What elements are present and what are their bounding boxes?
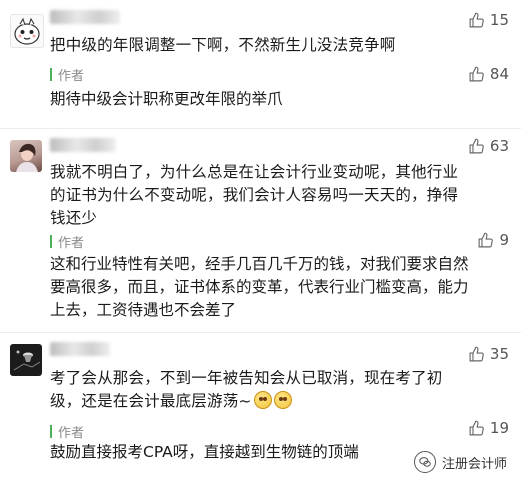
like-count: 63: [489, 137, 509, 155]
thumbs-up-icon: [469, 346, 484, 361]
like-button[interactable]: 63: [468, 136, 509, 156]
thumbs-up-icon: [479, 232, 494, 247]
avatar[interactable]: [10, 14, 44, 48]
avatar-photo-icon: [16, 143, 38, 172]
watermark-label: 注册会计师: [441, 456, 507, 472]
avatar[interactable]: [10, 140, 42, 172]
author-label: 作者: [58, 235, 85, 251]
comment-item: 63 我就不明白了，为什么总是在让会计行业变动呢，其他行业的证书为什么不变动呢，…: [0, 130, 521, 330]
confused-face-icon: [253, 391, 272, 409]
reply-like-count: 84: [489, 65, 509, 83]
author-bar: [50, 424, 52, 438]
like-button[interactable]: 35: [468, 344, 509, 364]
avatar-cartoon-icon: [14, 17, 40, 45]
reply-text: 这和行业特性有关吧，经手几百几千万的钱，对我们要求自然要高很多，而且，证书体系的…: [50, 255, 469, 319]
author-reply-tag: 作者: [50, 424, 85, 441]
divider: [0, 332, 521, 333]
author-label: 作者: [58, 425, 85, 441]
comment-text: 我就不明白了，为什么总是在让会计行业变动呢，其他行业的证书为什么不变动呢，我们会…: [50, 163, 459, 227]
comment-text-content: 考了会从那会，不到一年被告知会从已取消，现在考了初级，还是在会计最底层游荡~: [50, 369, 443, 410]
divider: [0, 128, 521, 129]
thumbs-up-icon: [469, 66, 484, 81]
thumbs-up-icon: [469, 12, 484, 27]
reply-like-button[interactable]: 19: [468, 418, 509, 438]
author-label: 作者: [58, 68, 85, 84]
comment-text: 把中级的年限调整一下啊，不然新生儿没法竞争啊: [50, 36, 396, 54]
author-reply-tag: 作者: [50, 234, 85, 251]
author-bar: [50, 234, 52, 248]
reply-like-button[interactable]: 84: [468, 64, 509, 84]
reply-like-button[interactable]: 9: [477, 230, 509, 250]
comment-text: 考了会从那会，不到一年被告知会从已取消，现在考了初级，还是在会计最底层游荡~: [50, 367, 473, 413]
reply-like-count: 9: [499, 231, 509, 249]
like-button[interactable]: 15: [468, 10, 509, 30]
username[interactable]: [50, 138, 116, 152]
confused-face-icon: [273, 391, 292, 409]
reply-text: 期待中级会计职称更改年限的举爪: [50, 90, 283, 108]
thumbs-up-icon: [469, 420, 484, 435]
like-count: 15: [489, 11, 509, 29]
comment-item: 15 把中级的年限调整一下啊，不然新生儿没法竞争啊 作者 84 期待中级会计职称…: [0, 0, 521, 120]
author-bar: [50, 67, 52, 81]
avatar[interactable]: [10, 344, 42, 376]
avatar-photo-icon: [13, 350, 41, 371]
reply-text: 鼓励直接报考CPA呀，直接越到生物链的顶端: [50, 443, 359, 461]
username[interactable]: [50, 342, 110, 356]
author-reply-tag: 作者: [50, 67, 85, 84]
username[interactable]: [50, 10, 120, 24]
thumbs-up-icon: [469, 138, 484, 153]
reply-like-count: 19: [489, 419, 509, 437]
like-count: 35: [489, 345, 509, 363]
watermark: 注册会计师: [413, 451, 507, 473]
wechat-logo-icon: [413, 451, 436, 473]
